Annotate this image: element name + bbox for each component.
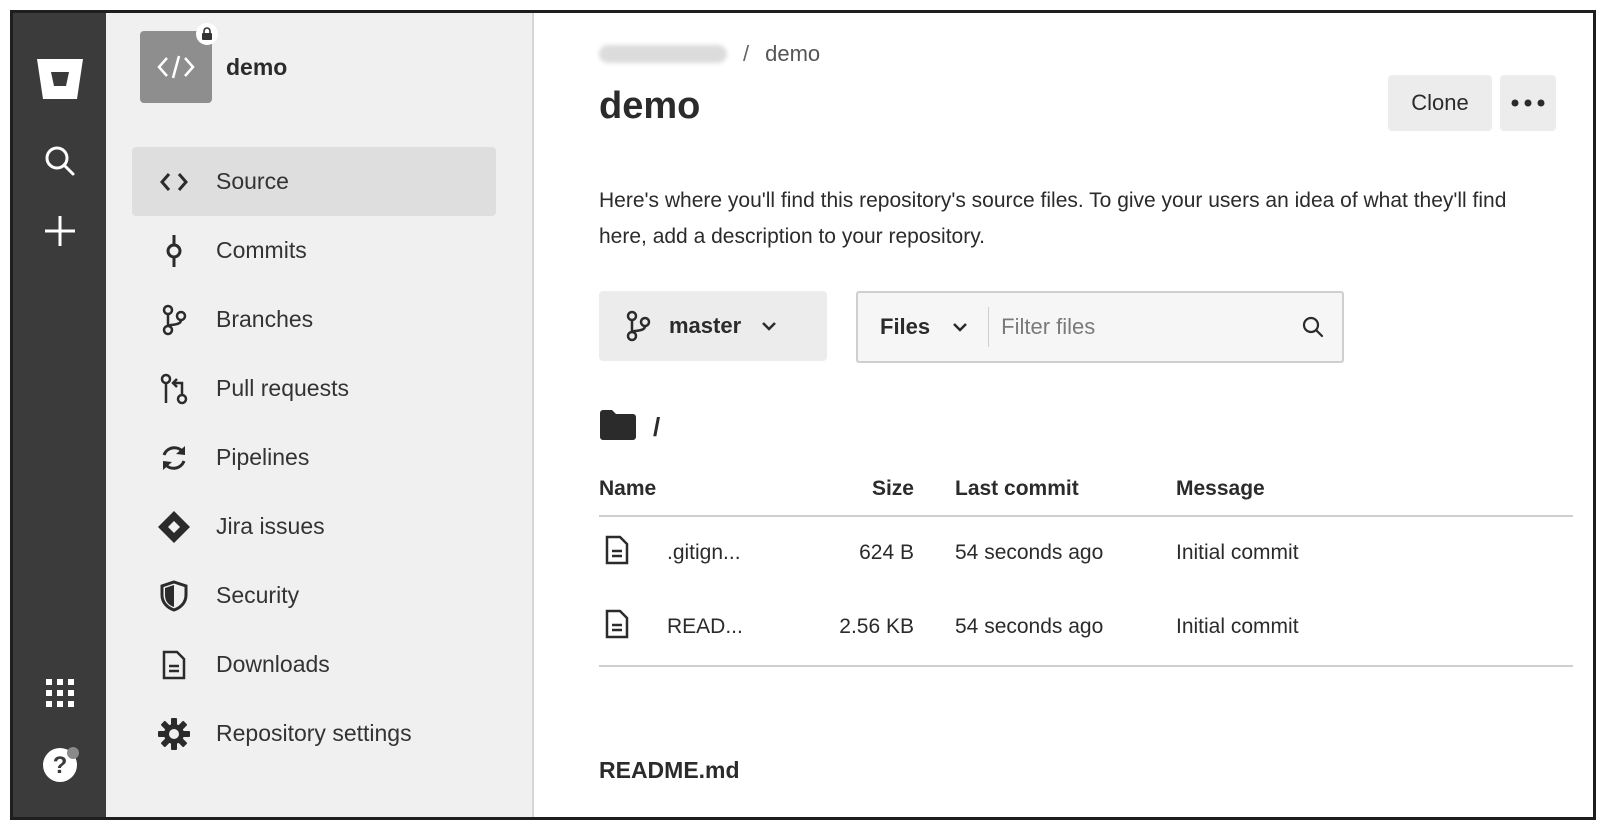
repo-name: demo [226,53,288,80]
breadcrumb: / demo [599,41,820,67]
global-nav: ? [13,13,106,817]
repo-description: Here's where you'll find this repository… [599,189,1507,248]
file-name-link[interactable]: .gitign... [667,541,741,565]
path-root[interactable]: / [653,412,660,443]
branch-icon [625,310,651,342]
pull-request-icon [132,373,216,405]
sidebar-item-label: Security [216,582,300,608]
breadcrumb-separator: / [743,41,750,66]
column-last-commit-header[interactable]: Last commit [955,477,1079,501]
notification-dot [67,747,79,759]
filter-files-input[interactable] [999,313,1264,341]
column-size-header[interactable]: Size [872,477,914,501]
file-filter: Files [856,291,1344,363]
repo-sidebar: demo Source Commits Branches Pull reques… [106,13,534,817]
file-commit-message[interactable]: Initial commit [1176,541,1299,565]
sidebar-item-label: Pull requests [216,375,349,401]
app-window: ? demo Source Commits Branches Pull requ… [10,10,1596,820]
sidebar-item-source[interactable]: Source [132,147,496,216]
branch-name: master [669,313,742,338]
help-icon[interactable]: ? [13,737,106,793]
sidebar-item-pull-requests[interactable]: Pull requests [132,354,496,423]
sidebar-item-label: Commits [216,237,307,263]
sidebar-item-commits[interactable]: Commits [132,216,496,285]
jira-icon [132,510,216,544]
sidebar-nav: Source Commits Branches Pull requests Pi… [132,147,496,768]
breadcrumb-repo[interactable]: demo [765,41,820,67]
page-title: demo [599,85,701,127]
sidebar-item-label: Jira issues [216,513,325,539]
sidebar-item-jira-issues[interactable]: Jira issues [132,492,496,561]
breadcrumb-workspace-redacted[interactable] [599,45,727,63]
table-row[interactable]: READ... 2.56 KB 54 seconds ago Initial c… [599,591,1573,667]
clone-button[interactable]: Clone [1388,75,1492,131]
branch-icon [132,304,216,336]
column-message-header[interactable]: Message [1176,477,1265,501]
column-name-header[interactable]: Name [599,477,656,501]
pipelines-icon [132,443,216,473]
ellipsis-icon [1511,99,1545,107]
sidebar-item-label: Pipelines [216,444,310,470]
code-icon [157,55,195,79]
file-icon [605,609,629,645]
sidebar-item-label: Repository settings [216,720,412,746]
repo-header[interactable]: demo [140,23,288,103]
file-last-commit: 54 seconds ago [955,615,1104,638]
sidebar-item-security[interactable]: Security [132,561,496,630]
sidebar-item-repository-settings[interactable]: Repository settings [132,699,496,768]
filter-type-dropdown[interactable]: Files [880,314,930,340]
folder-icon [599,409,637,446]
gear-icon [132,717,216,750]
current-path: / [599,409,660,446]
repo-avatar [140,23,218,103]
commit-icon [132,234,216,268]
filter-divider [988,307,990,347]
table-header: Name Size Last commit Message [599,469,1573,517]
plus-icon[interactable] [13,209,106,253]
sidebar-item-pipelines[interactable]: Pipelines [132,423,496,492]
file-size: 2.56 KB [839,615,914,638]
download-file-icon [132,650,216,680]
main-content: / demo demo Clone Here's where you'll fi… [532,13,1593,817]
table-row[interactable]: .gitign... 624 B 54 seconds ago Initial … [599,517,1573,591]
search-icon[interactable] [1302,316,1324,338]
lock-icon [196,23,218,45]
sidebar-item-label: Branches [216,306,314,332]
app-switcher-icon[interactable] [13,671,106,715]
readme-heading: README.md [599,757,740,783]
sidebar-item-label: Downloads [216,651,330,677]
chevron-down-icon [761,321,777,331]
file-icon [605,535,629,571]
shield-icon [132,579,216,612]
file-size: 624 B [859,541,914,564]
code-icon [132,171,216,193]
chevron-down-icon[interactable] [952,322,968,332]
file-table: Name Size Last commit Message .gitign...… [599,469,1573,667]
sidebar-item-branches[interactable]: Branches [132,285,496,354]
more-actions-button[interactable] [1500,75,1556,131]
file-commit-message[interactable]: Initial commit [1176,615,1299,639]
search-icon[interactable] [13,139,106,183]
sidebar-item-label: Source [216,168,289,194]
branch-selector[interactable]: master [599,291,827,361]
sidebar-item-downloads[interactable]: Downloads [132,630,496,699]
file-last-commit: 54 seconds ago [955,541,1104,564]
bitbucket-logo-icon[interactable] [13,49,106,109]
file-name-link[interactable]: READ... [667,615,743,639]
svg-text:?: ? [52,752,67,779]
